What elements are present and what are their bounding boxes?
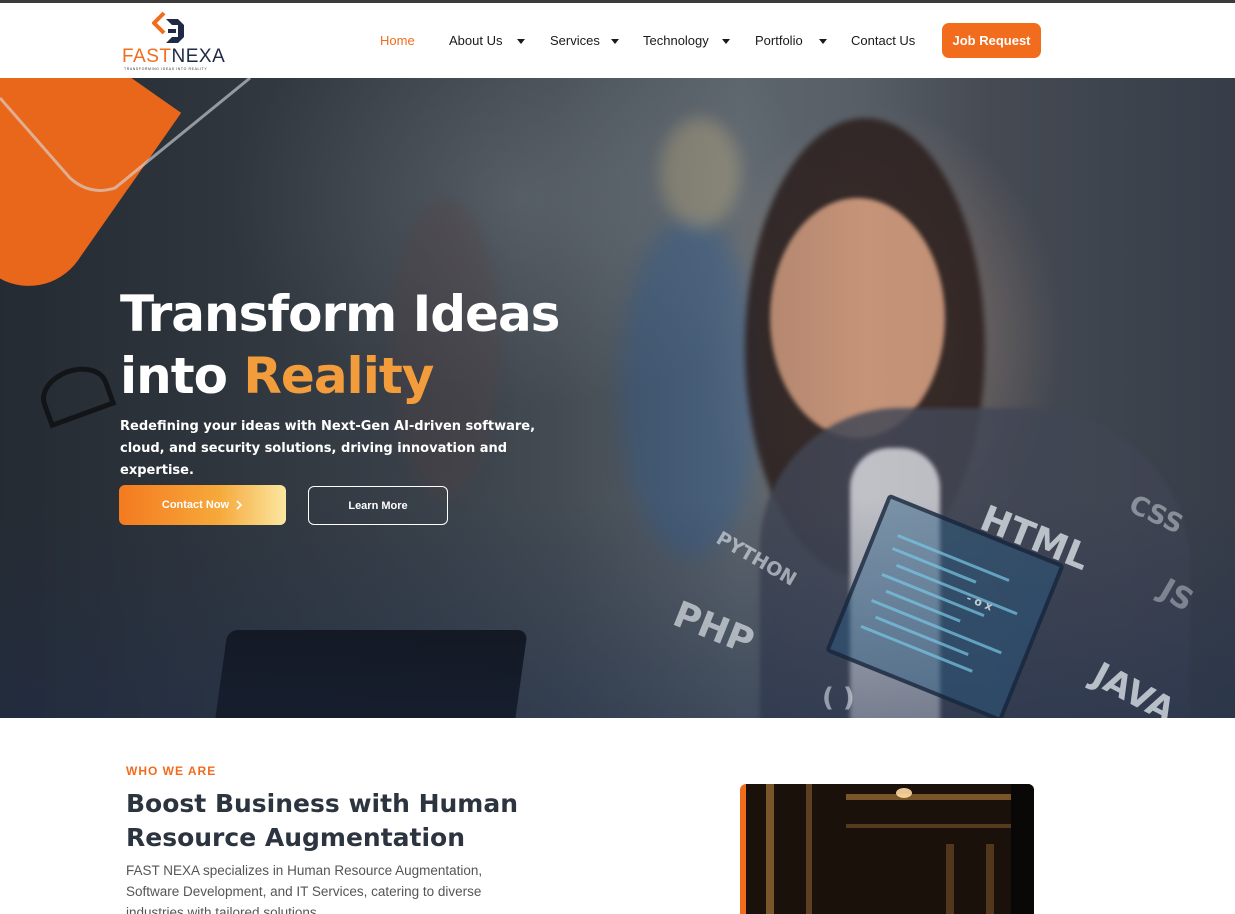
office-corridor-image bbox=[740, 784, 1034, 914]
hero-title-line1: Transform Ideas bbox=[120, 285, 560, 343]
contact-now-button[interactable]: Contact Now bbox=[119, 485, 286, 525]
section-title: Boost Business with Human Resource Augme… bbox=[126, 789, 519, 852]
chevron-right-icon bbox=[236, 500, 243, 510]
nav-item-home[interactable]: Home bbox=[380, 33, 415, 48]
hero-title-line2-plain: into bbox=[120, 347, 244, 405]
about-us-caret-icon[interactable] bbox=[517, 39, 525, 44]
nav-item-services[interactable]: Services bbox=[550, 33, 600, 48]
learn-more-button[interactable]: Learn More bbox=[308, 486, 448, 525]
main-nav: Home About Us Services Technology Portfo… bbox=[0, 3, 1235, 78]
nav-item-portfolio[interactable]: Portfolio bbox=[755, 33, 803, 48]
hero-subtitle: Redefining your ideas with Next-Gen AI-d… bbox=[120, 419, 536, 478]
section-description: FAST NEXA specializes in Human Resource … bbox=[126, 863, 483, 914]
hero-title: Transform Ideas into Reality bbox=[120, 283, 560, 407]
hero-decor-outline-shape bbox=[0, 78, 251, 192]
code-word-parens: ( ) bbox=[822, 683, 855, 713]
portfolio-caret-icon[interactable] bbox=[819, 39, 827, 44]
hero-title-accent: Reality bbox=[243, 347, 434, 405]
section-eyebrow: WHO WE ARE bbox=[126, 764, 217, 778]
nav-item-about-us[interactable]: About Us bbox=[449, 33, 502, 48]
nav-item-contact-us[interactable]: Contact Us bbox=[851, 33, 915, 48]
nav-item-technology[interactable]: Technology bbox=[643, 33, 709, 48]
site-header: FASTNEXA TRANSFORMING IDEAS INTO REALITY… bbox=[0, 3, 1235, 78]
job-request-button[interactable]: Job Request bbox=[942, 23, 1041, 58]
technology-caret-icon[interactable] bbox=[722, 39, 730, 44]
contact-now-label: Contact Now bbox=[161, 499, 230, 511]
services-caret-icon[interactable] bbox=[611, 39, 619, 44]
hero-section: HTML CSS JS PYTHON PHP JAVA ( ) - o x Tr… bbox=[0, 78, 1235, 718]
